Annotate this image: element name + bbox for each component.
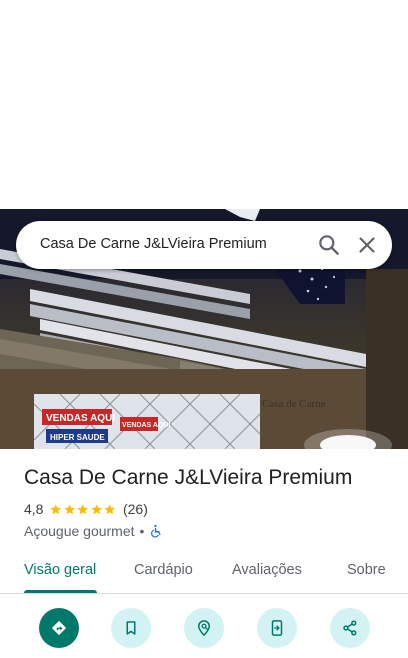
place-title: Casa De Carne J&LVieira Premium <box>24 466 353 489</box>
tab-overview[interactable]: Visão geral <box>24 562 96 578</box>
tab-about[interactable]: Sobre <box>347 562 386 578</box>
save-button[interactable] <box>111 608 151 648</box>
sign-text-2: VENDAS AQUI <box>122 422 170 429</box>
star-rating <box>49 503 117 516</box>
star-icon <box>77 503 89 514</box>
send-to-phone-button[interactable] <box>257 608 297 648</box>
sign-text-4: Casa de Carne <box>262 398 326 410</box>
sign-text-1: VENDAS AQUI <box>46 413 115 424</box>
review-count[interactable]: (26) <box>123 501 148 517</box>
tab-reviews[interactable]: Avaliações <box>232 562 302 578</box>
rating-value: 4,8 <box>24 501 44 517</box>
directions-button[interactable] <box>39 608 79 648</box>
rating-row[interactable]: 4,8 (26) <box>24 500 148 518</box>
star-icon <box>91 503 102 514</box>
tab-bar: Visão geral Cardápio Avaliações Sobre <box>0 552 408 594</box>
search-input[interactable]: Casa De Carne J&LVieira Premium <box>40 236 290 252</box>
search-bar[interactable]: Casa De Carne J&LVieira Premium <box>16 221 392 269</box>
map-blank-area <box>0 0 408 209</box>
wheelchair-icon[interactable] <box>149 524 163 538</box>
star-icon <box>64 503 75 514</box>
send-to-phone-icon <box>271 620 283 636</box>
sign-text-3: HIPER SAUDE <box>50 433 105 442</box>
search-icon[interactable] <box>316 232 342 258</box>
category-row: Açougue gourmet • <box>24 522 163 540</box>
bookmark-icon <box>126 621 136 635</box>
star-icon <box>50 503 62 514</box>
separator-dot: • <box>139 523 145 539</box>
place-category: Açougue gourmet <box>24 523 135 539</box>
active-tab-indicator <box>24 590 97 593</box>
close-icon[interactable] <box>354 232 380 258</box>
directions-icon <box>51 620 67 636</box>
nearby-button[interactable] <box>184 608 224 648</box>
share-icon <box>343 620 357 636</box>
share-button[interactable] <box>330 608 370 648</box>
tab-menu[interactable]: Cardápio <box>134 562 193 578</box>
nearby-icon <box>197 620 211 637</box>
star-icon <box>104 503 116 514</box>
